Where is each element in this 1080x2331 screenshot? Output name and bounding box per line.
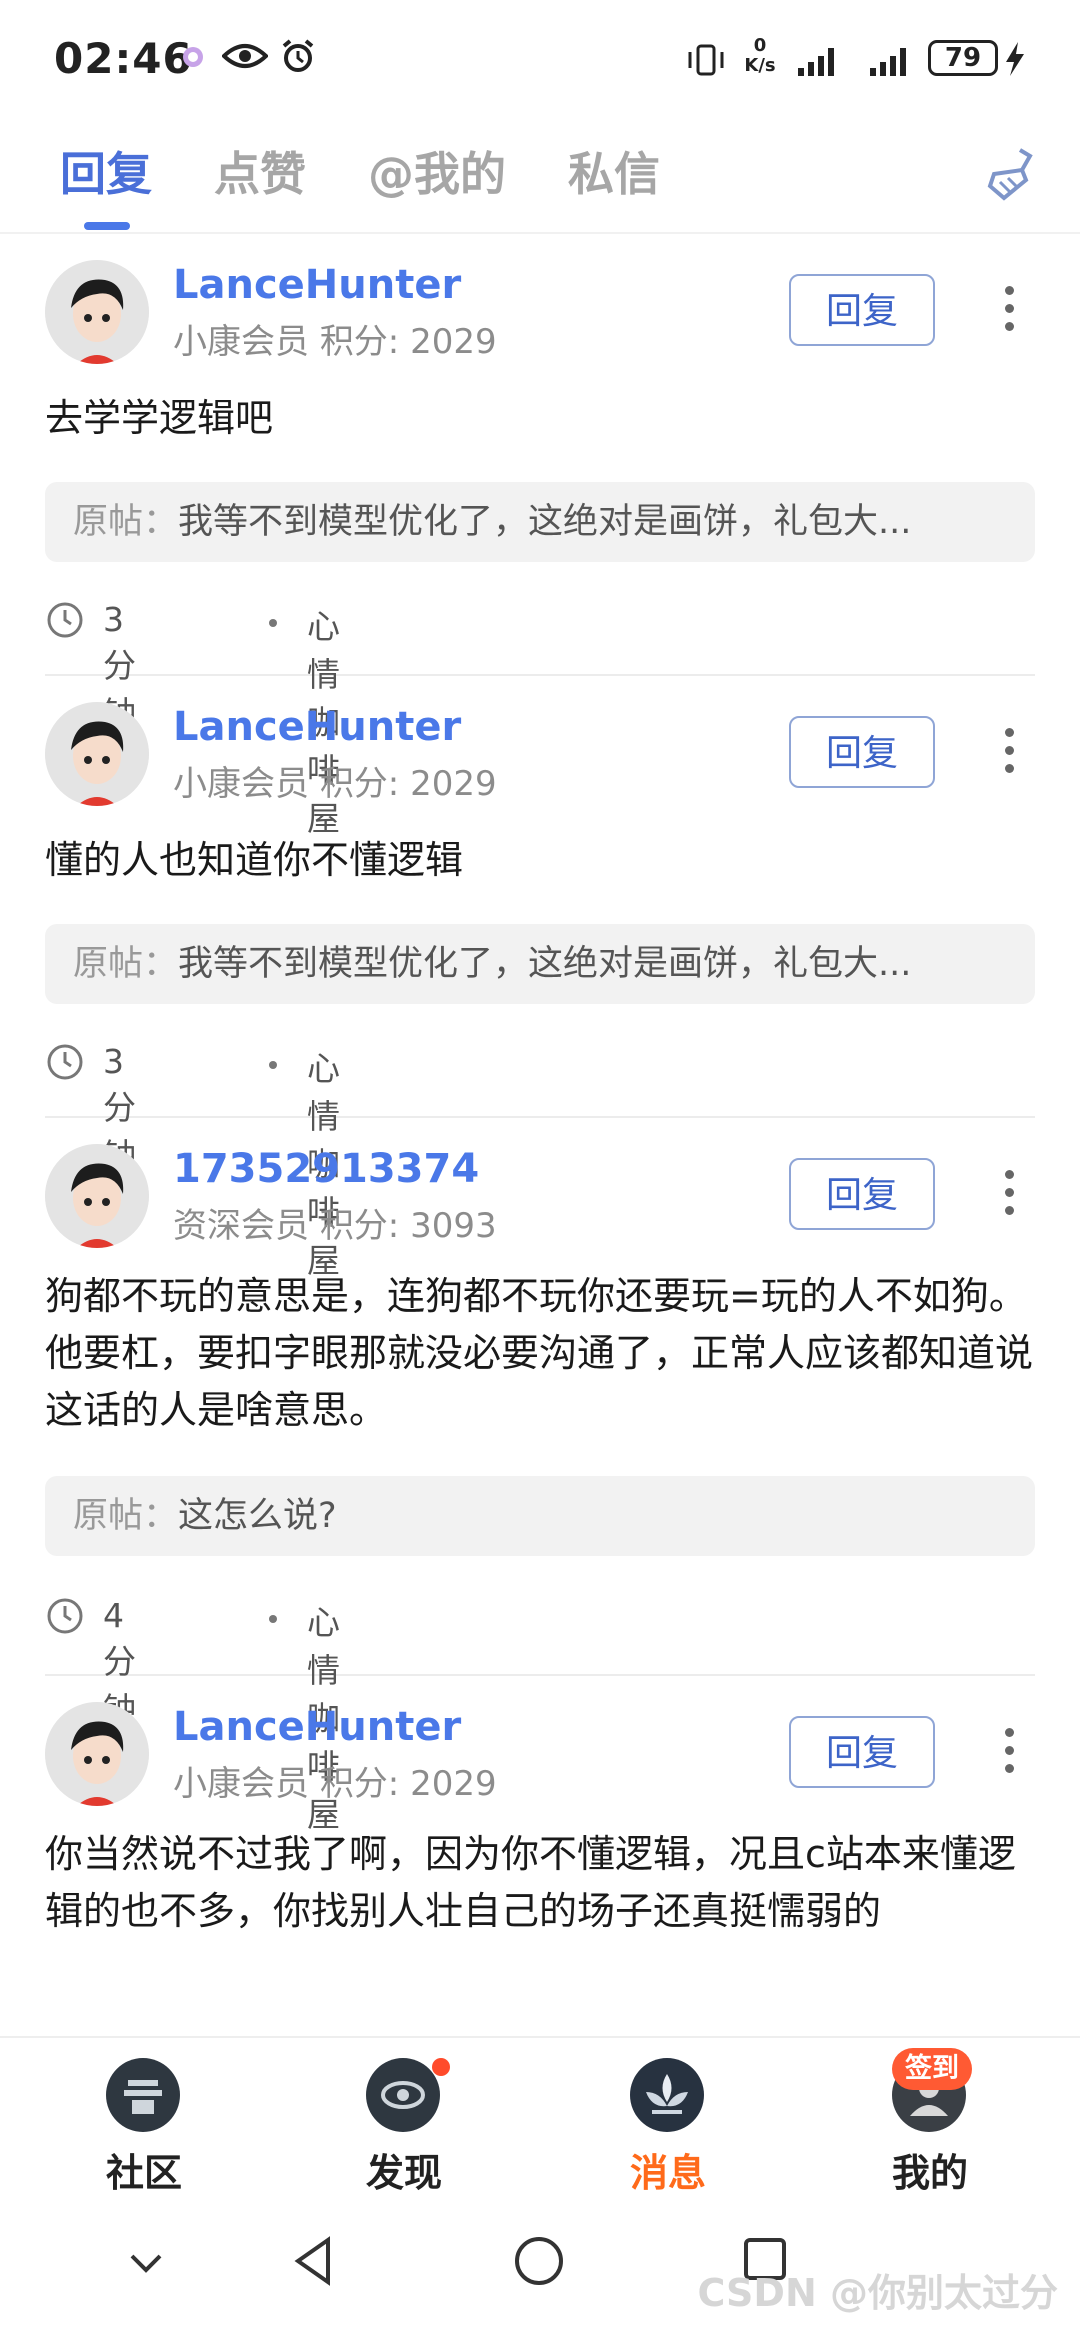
- quote-prefix: 原帖：: [73, 944, 179, 984]
- separator-dot: [269, 619, 277, 627]
- reply-button[interactable]: 回复: [789, 274, 935, 346]
- original-post-quote[interactable]: 原帖：这怎么说?: [45, 1476, 1035, 1556]
- clock-icon: [47, 1598, 83, 1634]
- quote-text: 我等不到模型优化了，这绝对是画饼，礼包大...: [178, 502, 912, 542]
- eye-icon: [222, 44, 268, 68]
- member-level: 小康会员: [173, 1764, 309, 1804]
- battery-level: 79: [944, 43, 982, 73]
- down-chevron-icon[interactable]: [126, 2248, 166, 2278]
- clear-broom-icon[interactable]: [986, 146, 1036, 202]
- avatar[interactable]: [45, 1144, 149, 1248]
- reply-content: 懂的人也知道你不懂逻辑: [45, 838, 464, 882]
- tab-active-indicator: [84, 222, 130, 230]
- member-level: 小康会员: [173, 322, 309, 362]
- original-post-quote[interactable]: 原帖：我等不到模型优化了，这绝对是画饼，礼包大...: [45, 924, 1035, 1004]
- tab-likes[interactable]: 点赞: [214, 138, 306, 204]
- avatar[interactable]: [45, 260, 149, 364]
- original-post-quote[interactable]: 原帖：我等不到模型优化了，这绝对是画饼，礼包大...: [45, 482, 1035, 562]
- avatar-image: [45, 1144, 149, 1248]
- more-options-icon[interactable]: [1005, 1728, 1015, 1778]
- net-speed-value: 0: [753, 35, 767, 56]
- signal-icon: [798, 48, 834, 76]
- avatar[interactable]: [45, 702, 149, 806]
- notification-dot: [432, 2058, 450, 2076]
- tab-mentions[interactable]: @我的: [368, 138, 506, 204]
- user-meta: 小康会员 积分: 2029: [173, 314, 497, 363]
- quote-prefix: 原帖：: [73, 1496, 179, 1536]
- member-level: 小康会员: [173, 764, 309, 804]
- discover-icon: [366, 2058, 440, 2132]
- signal-icon: [870, 48, 906, 76]
- nav-discover[interactable]: 发现: [304, 2038, 504, 2214]
- username[interactable]: LanceHunter: [173, 1704, 461, 1750]
- reply-content: 去学学逻辑吧: [45, 396, 274, 440]
- message-tabs: 回复 点赞 @我的 私信: [0, 120, 1080, 234]
- user-meta: 资深会员 积分: 3093: [173, 1198, 497, 1247]
- more-options-icon[interactable]: [1005, 286, 1015, 336]
- user-points: 积分: 2029: [319, 322, 497, 362]
- quote-prefix: 原帖：: [73, 502, 179, 542]
- user-points: 积分: 2029: [319, 764, 497, 804]
- user-points: 积分: 2029: [319, 1764, 497, 1804]
- home-icon[interactable]: [512, 2234, 566, 2288]
- status-time: 02:46: [54, 34, 193, 83]
- bottom-navigation: 社区 发现 消息 签到 我的: [0, 2036, 1080, 2214]
- quote-text: 我等不到模型优化了，这绝对是画饼，礼包大...: [178, 944, 912, 984]
- separator-dot: [269, 1061, 277, 1069]
- community-icon: [106, 2058, 180, 2132]
- net-speed-unit: K/s: [744, 55, 776, 76]
- separator-dot: [269, 1615, 277, 1623]
- avatar-image: [45, 702, 149, 806]
- avatar-image: [45, 260, 149, 364]
- sign-in-badge[interactable]: 签到: [892, 2048, 972, 2090]
- reply-card: LanceHunter 小康会员 积分: 2029 回复 去学学逻辑吧 原帖：我…: [45, 234, 1035, 838]
- user-points: 积分: 3093: [319, 1206, 497, 1246]
- app-notification-icon: [183, 47, 203, 67]
- reply-button[interactable]: 回复: [789, 716, 935, 788]
- clock-icon: [47, 1044, 83, 1080]
- reply-button[interactable]: 回复: [789, 1716, 935, 1788]
- username[interactable]: 17352913374: [173, 1146, 479, 1192]
- user-meta: 小康会员 积分: 2029: [173, 1756, 497, 1805]
- vibrate-icon: [688, 44, 724, 76]
- charging-icon: [1006, 42, 1024, 76]
- nav-messages[interactable]: 消息: [568, 2038, 768, 2214]
- nav-community[interactable]: 社区: [44, 2038, 244, 2214]
- tab-reply[interactable]: 回复: [60, 138, 152, 204]
- clock-icon: [47, 602, 83, 638]
- username[interactable]: LanceHunter: [173, 704, 461, 750]
- reply-content: 狗都不玩的意思是，连狗都不玩你还要玩=玩的人不如狗。他要杠，要扣字眼那就没必要沟…: [45, 1274, 1034, 1432]
- quote-text: 这怎么说?: [178, 1496, 337, 1536]
- nav-label: 消息: [629, 2151, 706, 2195]
- nav-profile[interactable]: 签到 我的: [830, 2038, 1030, 2214]
- back-icon[interactable]: [290, 2234, 336, 2288]
- status-bar: 02:46 0 K/s 79: [0, 0, 1080, 120]
- net-speed-icon: 0 K/s: [740, 36, 780, 80]
- tab-private-messages[interactable]: 私信: [568, 138, 660, 204]
- avatar-image: [45, 1702, 149, 1806]
- reply-button[interactable]: 回复: [789, 1158, 935, 1230]
- reply-feed: LanceHunter 小康会员 积分: 2029 回复 去学学逻辑吧 原帖：我…: [0, 234, 1080, 2056]
- nav-label: 我的: [891, 2151, 968, 2195]
- nav-label: 发现: [365, 2151, 442, 2195]
- reply-card: LanceHunter 小康会员 积分: 2029 回复 你当然说不过我了啊，因…: [45, 1676, 1035, 2056]
- more-options-icon[interactable]: [1005, 728, 1015, 778]
- message-icon: [630, 2058, 704, 2132]
- reply-card: LanceHunter 小康会员 积分: 2029 回复 懂的人也知道你不懂逻辑…: [45, 676, 1035, 1280]
- avatar[interactable]: [45, 1702, 149, 1806]
- reply-card: 17352913374 资深会员 积分: 3093 回复 狗都不玩的意思是，连狗…: [45, 1118, 1035, 1834]
- member-level: 资深会员: [173, 1206, 309, 1246]
- more-options-icon[interactable]: [1005, 1170, 1015, 1220]
- username[interactable]: LanceHunter: [173, 262, 461, 308]
- nav-label: 社区: [105, 2151, 182, 2195]
- alarm-icon: [282, 39, 314, 72]
- reply-content: 你当然说不过我了啊，因为你不懂逻辑，况且c站本来懂逻辑的也不多，你找别人壮自己的…: [45, 1832, 1016, 1933]
- user-meta: 小康会员 积分: 2029: [173, 756, 497, 805]
- watermark: CSDN @你别太过分: [697, 2271, 1058, 2315]
- battery-icon: 79: [928, 40, 998, 76]
